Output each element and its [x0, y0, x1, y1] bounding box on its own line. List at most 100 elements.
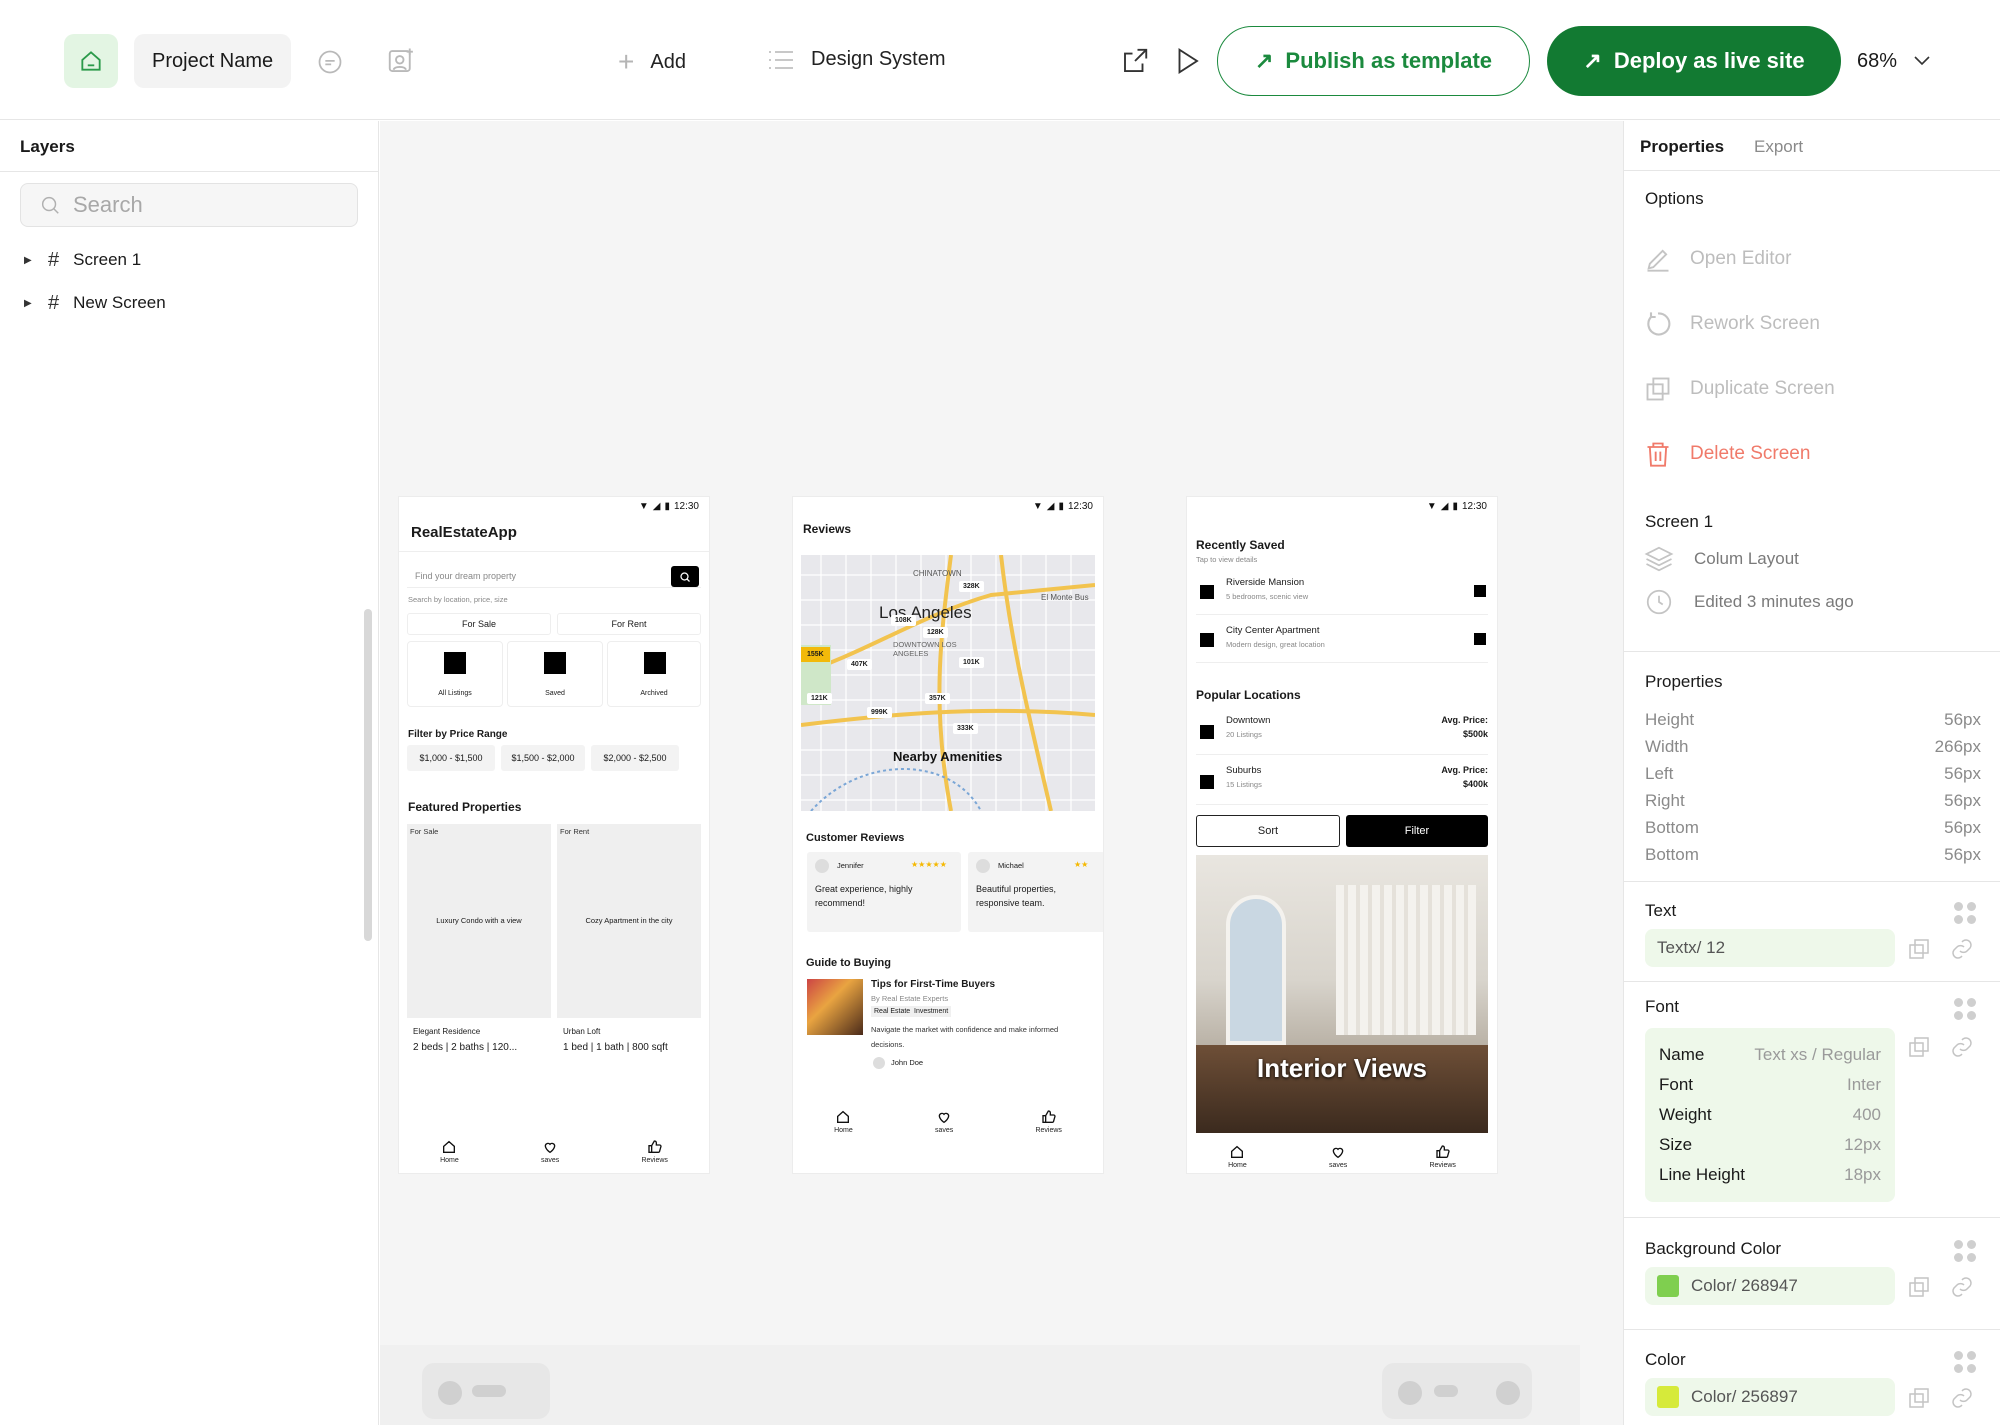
category-archived[interactable]: Archived	[607, 641, 701, 707]
external-link-icon[interactable]	[1120, 46, 1150, 76]
price-pin[interactable]: 121K	[807, 693, 832, 704]
caret-right-icon[interactable]: ▶	[24, 255, 34, 266]
item-action-icon[interactable]	[1474, 585, 1486, 597]
location-item[interactable]: Suburbs 15 Listings Avg. Price: $400k	[1196, 759, 1488, 805]
prop-value[interactable]: 56px	[1944, 845, 1981, 865]
project-name-button[interactable]: Project Name	[134, 34, 292, 88]
prop-value[interactable]: 56px	[1944, 764, 1981, 784]
color-field[interactable]: Color/ 256897	[1645, 1378, 1895, 1416]
tab-for-rent[interactable]: For Rent	[557, 613, 701, 635]
layers-search-input[interactable]: Search	[20, 183, 358, 227]
drag-handle-icon[interactable]	[1954, 902, 1976, 924]
delete-screen-button[interactable]: Delete Screen	[1644, 440, 1810, 468]
deploy-live-button[interactable]: ↗ Deploy as live site	[1547, 26, 1841, 96]
tab-home[interactable]: Home	[440, 1139, 459, 1164]
interior-hero-image[interactable]: Interior Views	[1196, 855, 1488, 1133]
prop-value[interactable]: 56px	[1944, 710, 1981, 730]
tab-export[interactable]: Export	[1754, 137, 1803, 157]
font-style-box[interactable]: Name Text xs / Regular Font Inter Weight 40…	[1645, 1028, 1895, 1202]
article-tag[interactable]: Investment	[911, 1006, 952, 1017]
caret-right-icon[interactable]: ▶	[24, 298, 34, 309]
price-chip[interactable]: $2,000 - $2,500	[591, 745, 679, 771]
play-icon[interactable]	[1172, 46, 1202, 76]
bg-color-field[interactable]: Color/ 268947	[1645, 1267, 1895, 1305]
screen-3-frame[interactable]: ▼ ◢ ▮ 12:30 Recently Saved Tap to view det…	[1186, 496, 1498, 1174]
tab-reviews[interactable]: Reviews	[1035, 1109, 1062, 1134]
tab-reviews[interactable]: Reviews	[1429, 1144, 1456, 1169]
detach-icon[interactable]	[1907, 1386, 1931, 1410]
price-pin[interactable]: 357K	[925, 693, 950, 704]
property-card[interactable]: For Sale Luxury Condo with a view Elegan…	[407, 824, 551, 1064]
filter-button[interactable]: Filter	[1346, 815, 1488, 847]
detach-icon[interactable]	[1907, 1275, 1931, 1299]
review-card[interactable]: Michael ★★ Beautiful properties, respons…	[968, 852, 1103, 932]
price-pin[interactable]: 328K	[959, 581, 984, 592]
comment-icon[interactable]	[316, 48, 344, 76]
scrollbar[interactable]	[364, 609, 372, 941]
tab-saves[interactable]: saves	[541, 1139, 559, 1164]
location-item[interactable]: Downtown 20 Listings Avg. Price: $500k	[1196, 709, 1488, 755]
tab-home[interactable]: Home	[1228, 1144, 1247, 1169]
drag-handle-icon[interactable]	[1954, 1240, 1976, 1262]
saved-item[interactable]: City Center Apartment Modern design, gre…	[1196, 619, 1488, 663]
tab-saves[interactable]: saves	[935, 1109, 953, 1134]
add-button[interactable]: + Add	[618, 48, 686, 76]
open-editor-button[interactable]: Open Editor	[1644, 245, 1791, 273]
price-pin[interactable]: 333K	[953, 723, 978, 734]
add-user-icon[interactable]	[386, 46, 416, 76]
zoom-dropdown[interactable]: 68%	[1857, 36, 1931, 86]
category-all-listings[interactable]: All Listings	[407, 641, 503, 707]
detach-icon[interactable]	[1907, 1035, 1931, 1059]
price-chip[interactable]: $1,000 - $1,500	[407, 745, 495, 771]
publish-template-button[interactable]: ↗ Publish as template	[1217, 26, 1530, 96]
search-button[interactable]	[671, 566, 699, 587]
price-pin-selected[interactable]: 155K	[801, 647, 830, 662]
price-pin[interactable]: 101K	[959, 657, 984, 668]
screen-1-frame[interactable]: ▼ ◢ ▮ 12:30 RealEstateApp Find your dream …	[398, 496, 710, 1174]
link-icon[interactable]	[1950, 1386, 1974, 1410]
tab-reviews[interactable]: Reviews	[641, 1139, 668, 1164]
search-placeholder: Search	[73, 192, 143, 217]
category-saved[interactable]: Saved	[507, 641, 603, 707]
price-chip[interactable]: $1,500 - $2,000	[501, 745, 585, 771]
prop-value[interactable]: 266px	[1935, 737, 1981, 757]
article-title[interactable]: Tips for First-Time Buyers	[871, 979, 995, 990]
link-icon[interactable]	[1950, 937, 1974, 961]
article-tag[interactable]: Real Estate	[871, 1006, 914, 1017]
duplicate-screen-button[interactable]: Duplicate Screen	[1644, 375, 1835, 403]
property-card[interactable]: For Rent Cozy Apartment in the city Urba…	[557, 824, 701, 1064]
price-pin[interactable]: 108K	[891, 615, 916, 626]
price-pin[interactable]: 999K	[867, 707, 892, 718]
tab-saves[interactable]: saves	[1329, 1144, 1347, 1169]
color-swatch	[1657, 1386, 1679, 1408]
battery-icon: ▮	[1058, 501, 1064, 512]
drag-handle-icon[interactable]	[1954, 998, 1976, 1020]
item-action-icon[interactable]	[1474, 633, 1486, 645]
detach-icon[interactable]	[1907, 937, 1931, 961]
text-title: Text	[1645, 901, 1677, 920]
review-card[interactable]: Jennifer ★★★★★ Great experience, highly …	[807, 852, 961, 932]
prop-value[interactable]: 56px	[1944, 791, 1981, 811]
price-pin[interactable]: 128K	[923, 627, 948, 638]
sort-button[interactable]: Sort	[1196, 815, 1340, 847]
rework-screen-button[interactable]: Rework Screen	[1644, 310, 1820, 338]
design-canvas[interactable]: ▼ ◢ ▮ 12:30 RealEstateApp Find your dream …	[380, 121, 1623, 1425]
layer-row-screen-1[interactable]: ▶ # Screen 1	[24, 245, 141, 275]
property-search-input[interactable]: Find your dream property	[407, 564, 701, 588]
link-icon[interactable]	[1950, 1275, 1974, 1299]
map-view[interactable]: CHINATOWN Los Angeles DOWNTOWN LOS ANGEL…	[801, 555, 1095, 811]
prop-value[interactable]: 56px	[1944, 818, 1981, 838]
color-value: Color/ 256897	[1691, 1387, 1798, 1406]
link-icon[interactable]	[1950, 1035, 1974, 1059]
screen-2-frame[interactable]: ▼ ◢ ▮ 12:30 Reviews CHINATOWN Los Angele…	[792, 496, 1104, 1174]
home-button[interactable]	[64, 34, 118, 88]
tab-properties[interactable]: Properties	[1640, 137, 1724, 157]
tab-for-sale[interactable]: For Sale	[407, 613, 551, 635]
tab-home[interactable]: Home	[834, 1109, 853, 1134]
design-system-button[interactable]: Design System	[767, 48, 946, 71]
drag-handle-icon[interactable]	[1954, 1351, 1976, 1373]
saved-item[interactable]: Riverside Mansion 5 bedrooms, scenic vie…	[1196, 571, 1488, 615]
price-pin[interactable]: 407K	[847, 659, 872, 670]
text-style-field[interactable]: Textx/ 12	[1645, 929, 1895, 967]
layer-row-new-screen[interactable]: ▶ # New Screen	[24, 288, 166, 318]
